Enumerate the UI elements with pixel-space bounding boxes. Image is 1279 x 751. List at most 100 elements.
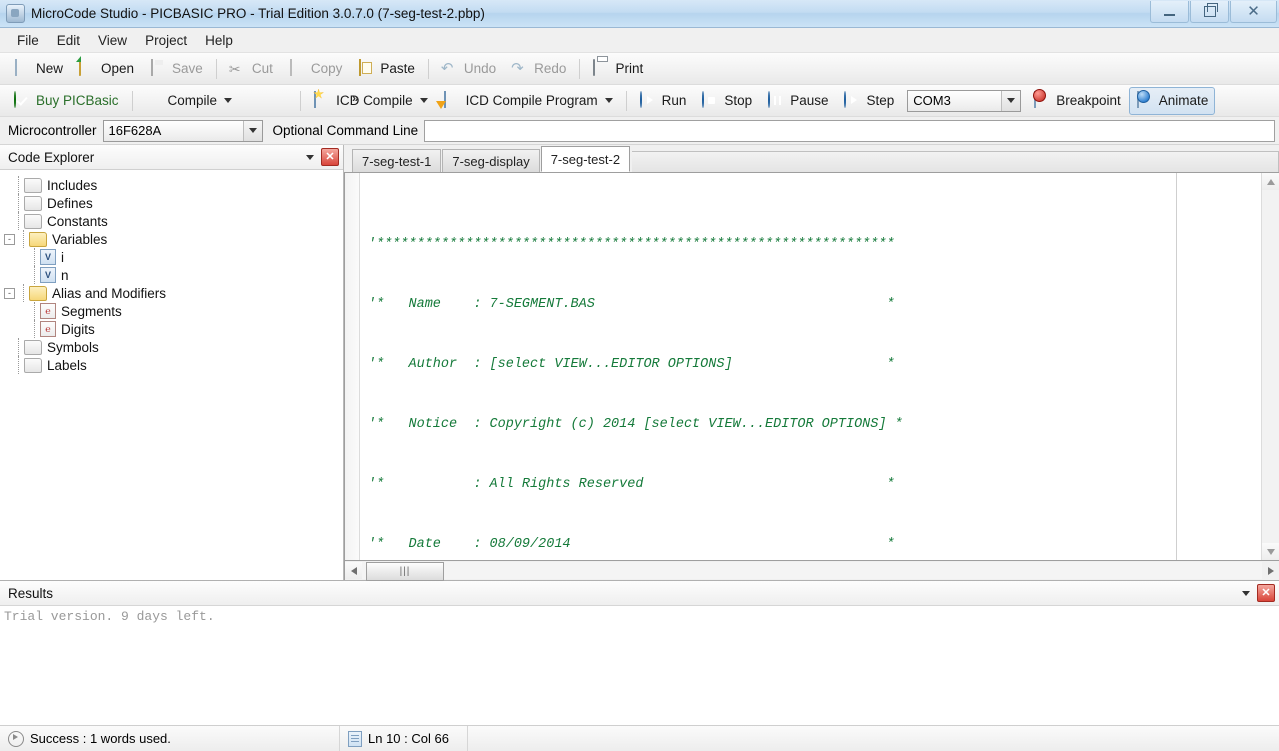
copy-pages-icon: [288, 60, 306, 78]
restore-icon: [1204, 6, 1216, 17]
stop-icon: [701, 92, 719, 110]
cut-button[interactable]: ✂ Cut: [222, 55, 280, 83]
tab-7-seg-test-1[interactable]: 7-seg-test-1: [352, 149, 441, 172]
editor-horizontal-scrollbar[interactable]: |||: [344, 561, 1279, 580]
results-menu-chevron-down-icon[interactable]: [1239, 586, 1253, 600]
scroll-down-button[interactable]: [1262, 543, 1279, 560]
com-port-select[interactable]: COM3: [907, 90, 1021, 112]
tree-item-variable-n[interactable]: V n: [0, 266, 343, 284]
tree-collapse-toggle[interactable]: -: [4, 288, 15, 299]
buy-picbasic-button[interactable]: Buy PICBasic: [6, 87, 126, 115]
editor-gutter[interactable]: [345, 173, 360, 560]
pause-button[interactable]: Pause: [760, 87, 835, 115]
folder-closed-icon: [24, 214, 42, 229]
editor-tab-strip: 7-seg-test-1 7-seg-display 7-seg-test-2: [344, 145, 1279, 172]
scroll-right-button[interactable]: [1262, 562, 1279, 579]
scroll-up-button[interactable]: [1262, 173, 1279, 190]
microcontroller-label: Microcontroller: [8, 123, 97, 138]
run-button[interactable]: Run: [632, 87, 694, 115]
breakpoint-button[interactable]: Breakpoint: [1026, 87, 1128, 115]
code-text[interactable]: '***************************************…: [360, 173, 1261, 560]
menu-item-view[interactable]: View: [89, 30, 136, 51]
menu-item-project[interactable]: Project: [136, 30, 196, 51]
app-icon: [6, 4, 25, 23]
icd-compile-program-label: ICD Compile Program: [466, 93, 598, 108]
chevron-down-icon[interactable]: [224, 98, 232, 103]
paste-button[interactable]: Paste: [350, 55, 422, 83]
tree-item-symbols[interactable]: Symbols: [0, 338, 343, 356]
chevron-down-icon[interactable]: [243, 121, 262, 141]
chevron-down-icon[interactable]: [605, 98, 613, 103]
tree-item-variables[interactable]: - Variables: [0, 230, 343, 248]
alias-icon: ℮: [40, 321, 56, 337]
panel-menu-chevron-down-icon[interactable]: [303, 150, 317, 164]
compile-button[interactable]: Compile: [138, 87, 240, 115]
code-line: '* : All Rights Reserved *: [368, 475, 1261, 495]
editor-vertical-scrollbar[interactable]: [1261, 173, 1279, 560]
save-button[interactable]: Save: [142, 55, 210, 83]
redo-label: Redo: [534, 61, 566, 76]
optional-command-line-input[interactable]: [424, 120, 1275, 142]
alias-icon: ℮: [40, 303, 56, 319]
chevron-down-icon[interactable]: [420, 98, 428, 103]
code-editor[interactable]: '***************************************…: [344, 172, 1279, 561]
hscroll-track[interactable]: |||: [362, 562, 1262, 579]
copy-label: Copy: [311, 61, 343, 76]
restore-button[interactable]: [1190, 1, 1229, 23]
code-explorer-close-icon[interactable]: ✕: [321, 148, 339, 166]
undo-button[interactable]: ↶ Undo: [434, 55, 503, 83]
tree-item-defines[interactable]: Defines: [0, 194, 343, 212]
tree-item-constants[interactable]: Constants: [0, 212, 343, 230]
step-icon: [843, 92, 861, 110]
tree-item-includes[interactable]: Includes: [0, 176, 343, 194]
copy-button[interactable]: Copy: [281, 55, 350, 83]
folder-open-icon: [29, 286, 47, 301]
toolbar-separator: [428, 59, 429, 79]
paste-label: Paste: [380, 61, 415, 76]
close-button[interactable]: ✕: [1230, 1, 1277, 23]
tab-7-seg-test-2[interactable]: 7-seg-test-2: [541, 146, 630, 172]
code-line: '***************************************…: [368, 235, 1261, 255]
menu-item-file[interactable]: File: [8, 30, 48, 51]
tree-line: [30, 320, 40, 338]
icd-compile-button[interactable]: ICD Compile: [306, 87, 435, 115]
redo-button[interactable]: ↷ Redo: [504, 55, 573, 83]
tree-item-alias-segments[interactable]: ℮ Segments: [0, 302, 343, 320]
tree-line: [30, 248, 40, 266]
save-label: Save: [172, 61, 203, 76]
open-button[interactable]: Open: [71, 55, 141, 83]
scroll-left-button[interactable]: [345, 562, 362, 579]
undo-label: Undo: [464, 61, 496, 76]
window-title: MicroCode Studio - PICBASIC PRO - Trial …: [31, 6, 485, 21]
hscroll-thumb[interactable]: |||: [366, 562, 444, 581]
animate-button[interactable]: Animate: [1129, 87, 1216, 115]
menu-item-help[interactable]: Help: [196, 30, 242, 51]
tree-item-label: n: [61, 268, 69, 283]
icd-compile-program-button[interactable]: ICD Compile Program: [436, 87, 620, 115]
tree-line: [30, 302, 40, 320]
step-button[interactable]: Step: [836, 87, 901, 115]
results-close-icon[interactable]: ✕: [1257, 584, 1275, 602]
print-button[interactable]: Print: [585, 55, 650, 83]
tree-item-alias-digits[interactable]: ℮ Digits: [0, 320, 343, 338]
stop-button[interactable]: Stop: [694, 87, 759, 115]
results-panel: Results ✕ Trial version. 9 days left.: [0, 580, 1279, 725]
minimize-button[interactable]: [1150, 1, 1189, 23]
tree-item-labels[interactable]: Labels: [0, 356, 343, 374]
menu-item-edit[interactable]: Edit: [48, 30, 89, 51]
clipboard-icon: [357, 60, 375, 78]
chevron-down-icon[interactable]: [1001, 91, 1020, 111]
save-disk-icon: [149, 60, 167, 78]
undo-arrow-icon: ↶: [441, 60, 459, 78]
editor-area: 7-seg-test-1 7-seg-display 7-seg-test-2 …: [344, 145, 1279, 580]
tree-collapse-toggle[interactable]: -: [4, 234, 15, 245]
tree-item-alias-and-modifiers[interactable]: - Alias and Modifiers: [0, 284, 343, 302]
microcontroller-select[interactable]: 16F628A: [103, 120, 263, 142]
toolbar-overflow-button[interactable]: »: [352, 91, 359, 105]
main-body: Code Explorer ✕ Includes Defines: [0, 145, 1279, 580]
tree-item-variable-i[interactable]: V i: [0, 248, 343, 266]
tree-line: [19, 230, 29, 248]
icd-compile-icon: [313, 92, 331, 110]
tab-7-seg-display[interactable]: 7-seg-display: [442, 149, 539, 172]
new-button[interactable]: New: [6, 55, 70, 83]
